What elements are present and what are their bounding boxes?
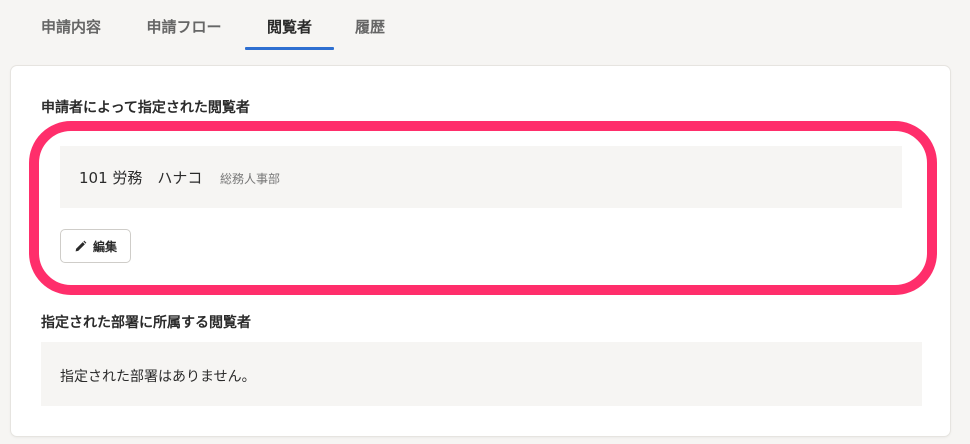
department-empty-state: 指定された部署はありません。 [41,342,922,406]
viewer-name: 101 労務 ハナコ [79,169,203,187]
edit-viewers-button[interactable]: 編集 [60,229,131,263]
pencil-icon [74,240,87,253]
department-viewers-title: 指定された部署に所属する閲覧者 [41,315,251,331]
empty-message: 指定された部署はありません。 [60,369,256,385]
viewers-card: 申請者によって指定された閲覧者 101 労務 ハナコ 総務人事部 編集 指定され… [11,66,950,436]
tab-application-flow[interactable]: 申請フロー [140,16,228,50]
applicant-viewers-title: 申請者によって指定された閲覧者 [41,100,250,116]
tab-bar: 申請内容 申請フロー 閲覧者 履歴 [0,0,970,50]
tab-application-content[interactable]: 申請内容 [36,16,106,50]
tab-viewers[interactable]: 閲覧者 [245,16,334,50]
viewer-list-item: 101 労務 ハナコ 総務人事部 [60,146,902,208]
tab-history[interactable]: 履歴 [352,16,388,50]
viewer-department: 総務人事部 [220,172,281,186]
edit-button-label: 編集 [92,239,117,254]
active-tab-indicator [245,47,334,50]
